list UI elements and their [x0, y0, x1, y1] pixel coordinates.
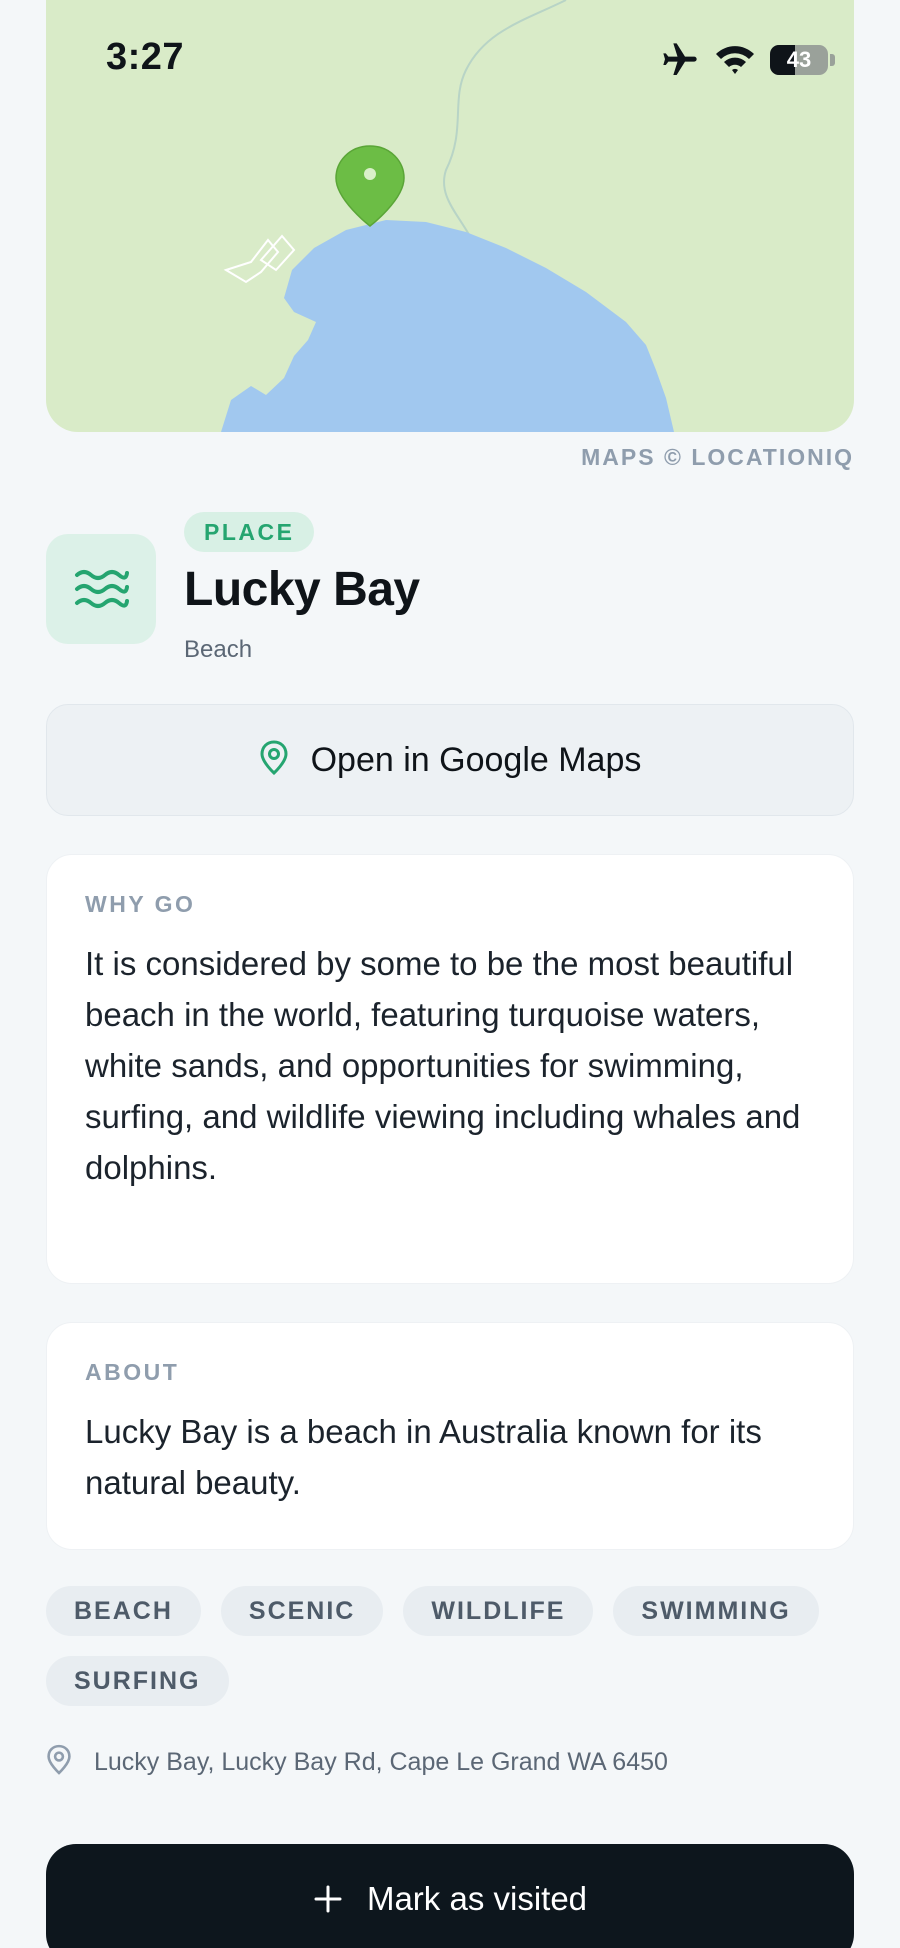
- address-pin-icon: [46, 1744, 72, 1781]
- location-pin-icon: [259, 739, 289, 781]
- type-badge: PLACE: [184, 512, 315, 552]
- map-pin-icon: [335, 145, 405, 227]
- address-text: Lucky Bay, Lucky Bay Rd, Cape Le Grand W…: [94, 1748, 668, 1776]
- address-row[interactable]: Lucky Bay, Lucky Bay Rd, Cape Le Grand W…: [46, 1744, 668, 1781]
- mark-as-visited-button[interactable]: Mark as visited: [46, 1844, 854, 1948]
- why-go-text: It is considered by some to be the most …: [85, 945, 801, 1186]
- waves-icon: [46, 534, 156, 644]
- mark-as-visited-label: Mark as visited: [366, 1880, 588, 1917]
- why-go-heading: WHY GO: [85, 891, 196, 917]
- tag-chip[interactable]: SWIMMING: [613, 1586, 819, 1636]
- status-time: 3:27: [106, 36, 185, 78]
- airplane-mode-icon: [660, 40, 700, 80]
- why-go-card: WHY GO It is considered by some to be th…: [46, 854, 854, 1284]
- tag-chip[interactable]: BEACH: [46, 1586, 201, 1636]
- plus-icon: [313, 1880, 343, 1919]
- about-text: Lucky Bay is a beach in Australia known …: [85, 1413, 762, 1501]
- place-detail-screen: 3:27 43 MAPS © LOCATIONIQ PLACE Lucky Ba…: [0, 0, 900, 1948]
- open-in-google-maps-button[interactable]: Open in Google Maps: [46, 704, 854, 816]
- about-card: ABOUT Lucky Bay is a beach in Australia …: [46, 1322, 854, 1550]
- open-in-google-maps-label: Open in Google Maps: [310, 740, 642, 779]
- tag-chip[interactable]: SCENIC: [220, 1586, 384, 1636]
- battery-tip: [830, 54, 835, 66]
- about-heading: ABOUT: [85, 1359, 180, 1385]
- place-title: Lucky Bay: [184, 563, 420, 616]
- place-category: Beach: [184, 636, 253, 663]
- tag-list: BEACH SCENIC WILDLIFE SWIMMING SURFING: [46, 1586, 854, 1706]
- status-icons: 43: [660, 40, 835, 80]
- tag-chip[interactable]: SURFING: [46, 1656, 229, 1706]
- map-attribution[interactable]: MAPS © LOCATIONIQ: [581, 444, 854, 471]
- tag-chip[interactable]: WILDLIFE: [403, 1586, 594, 1636]
- battery-indicator: 43: [770, 45, 828, 75]
- battery-level: 43: [786, 47, 812, 72]
- wifi-icon: [714, 40, 756, 80]
